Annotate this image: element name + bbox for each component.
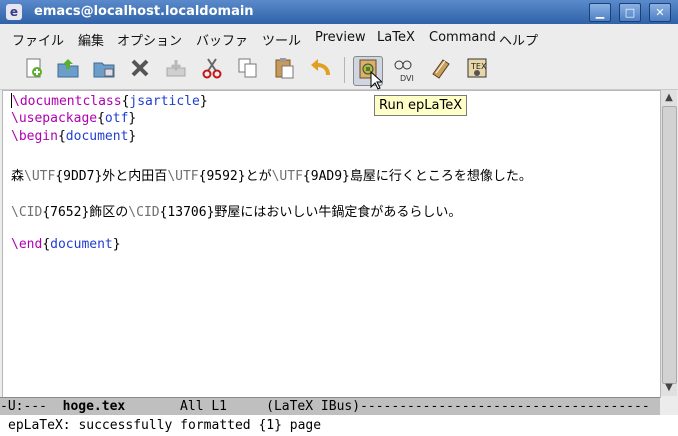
scroll-thumb[interactable]: [662, 106, 677, 384]
cut-icon[interactable]: [198, 56, 226, 84]
latex-command: \UTF: [271, 169, 303, 184]
text-segment: {9DD7}: [55, 169, 103, 184]
mouse-pointer-icon: [370, 71, 382, 90]
text-segment: 飾区の: [89, 205, 129, 220]
code-line-utf: 森\UTF{9DD7}外と内田百\UTF{9592}とが\UTF{9AD9}島屋…: [11, 165, 532, 184]
scroll-up-icon[interactable]: ▲: [663, 92, 675, 104]
editor-buffer[interactable]: \documentclass{jsarticle} \usepackage{ot…: [2, 90, 661, 398]
latex-command: \usepackage: [11, 111, 98, 126]
toolbar-separator: [344, 57, 345, 83]
menu-buffers[interactable]: バッファ: [196, 30, 248, 49]
echo-area: epLaTeX: successfully formatted {1} page: [0, 415, 678, 436]
tooltip: Run epLaTeX: [374, 95, 468, 116]
menu-preview[interactable]: Preview: [315, 30, 366, 45]
text-segment: {9AD9}: [302, 169, 350, 184]
menu-command[interactable]: Command: [429, 30, 496, 45]
latex-command: \documentclass: [12, 94, 122, 109]
code-line-usepackage: \usepackage{otf}: [11, 111, 136, 126]
code-line-documentclass: \documentclass{jsarticle}: [11, 93, 208, 109]
latex-command: \end: [11, 237, 43, 252]
modeline-fill: -------------------------------------: [360, 399, 650, 414]
latex-command: \UTF: [167, 169, 199, 184]
menu-help[interactable]: ヘルプ: [499, 30, 538, 49]
brace: }: [199, 94, 208, 109]
new-file-icon[interactable]: [20, 56, 48, 84]
modeline-status: -U:---: [0, 399, 63, 414]
text-segment: とが: [245, 169, 272, 184]
brace: {: [57, 129, 66, 144]
latex-argument: document: [65, 129, 129, 144]
close-buffer-icon[interactable]: [126, 56, 154, 84]
open-folder-icon[interactable]: [54, 56, 82, 84]
text-segment: {9592}: [198, 169, 246, 184]
modeline-buffer-name[interactable]: hoge.tex: [63, 399, 126, 414]
menu-tools[interactable]: ツール: [262, 30, 301, 49]
menu-latex[interactable]: LaTeX: [377, 30, 415, 45]
latex-command: \CID: [11, 205, 43, 220]
latex-argument: otf: [104, 111, 129, 126]
code-line-begin: \begin{document}: [11, 129, 136, 144]
emacs-app-icon[interactable]: e: [6, 4, 22, 20]
text-segment: 島屋に行くところを想像した。: [349, 169, 532, 184]
brace: }: [128, 111, 137, 126]
brace: }: [112, 237, 121, 252]
emacs-window: e emacs@localhost.localdomain ▁ □ ✕ ファイル…: [0, 0, 678, 436]
svg-text:DVI: DVI: [400, 74, 414, 83]
latex-command: \begin: [11, 129, 58, 144]
code-line-end: \end{document}: [11, 237, 121, 252]
brace: }: [128, 129, 137, 144]
text-segment: 野屋にはおいしい牛鍋定食があるらしい。: [214, 205, 462, 220]
text-segment: 外と内田百: [102, 169, 168, 184]
copy-icon[interactable]: [234, 56, 262, 84]
code-line-cid: \CID{7652}飾区の\CID{13706}野屋にはおいしい牛鍋定食があるら…: [11, 201, 461, 220]
save-icon[interactable]: [162, 56, 190, 84]
vertical-scrollbar[interactable]: ▲ ▼: [660, 90, 677, 396]
dired-folder-icon[interactable]: [90, 56, 118, 84]
close-window-button[interactable]: ✕: [649, 3, 671, 22]
latex-command: \UTF: [24, 169, 56, 184]
mode-line: -U:--- hoge.tex All L1 (LaTeX IBus)-----…: [0, 397, 660, 415]
title-bar: e emacs@localhost.localdomain ▁ □ ✕: [0, 0, 678, 24]
menu-bar: ファイル 編集 オプション バッファ ツール Preview LaTeX Com…: [0, 24, 678, 51]
minimize-button[interactable]: ▁: [589, 3, 611, 22]
text-segment: 森: [11, 169, 25, 184]
menu-file[interactable]: ファイル: [12, 30, 64, 49]
maximize-button[interactable]: □: [619, 3, 641, 22]
text-segment: {13706}: [159, 205, 215, 220]
brace: {: [97, 111, 105, 126]
paste-icon[interactable]: [270, 56, 298, 84]
svg-text:TEX: TEX: [470, 62, 487, 71]
modeline-position: All L1 (LaTeX IBus): [125, 399, 361, 414]
latex-argument: jsarticle: [129, 94, 200, 109]
menu-options[interactable]: オプション: [117, 30, 182, 49]
tex-quick-icon[interactable]: TEX: [463, 56, 491, 84]
latex-command: \CID: [128, 205, 160, 220]
brace: {: [42, 237, 51, 252]
menu-edit[interactable]: 編集: [78, 30, 104, 49]
text-segment: {7652}: [42, 205, 90, 220]
view-dvi-icon[interactable]: DVI: [390, 56, 418, 84]
tool-bar: DVI TEX: [0, 51, 678, 90]
undo-icon[interactable]: [306, 56, 334, 84]
scroll-down-icon[interactable]: ▼: [663, 382, 675, 394]
bibtex-icon[interactable]: [427, 56, 455, 84]
latex-argument: document: [50, 237, 113, 252]
window-title: emacs@localhost.localdomain: [34, 4, 254, 19]
